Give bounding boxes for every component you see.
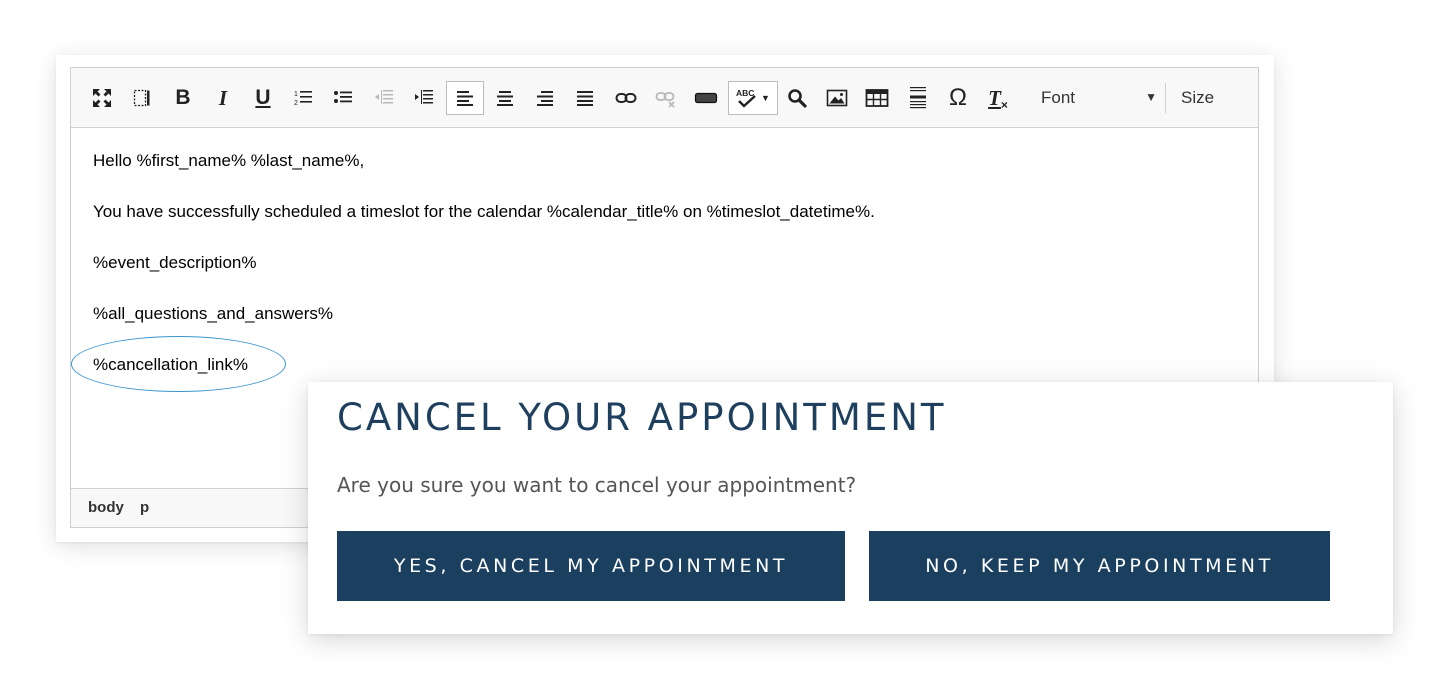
align-right-icon bbox=[537, 91, 553, 106]
bold-button[interactable]: B bbox=[164, 81, 202, 115]
align-right-button[interactable] bbox=[526, 81, 564, 115]
close-icon: × bbox=[1000, 97, 1008, 112]
align-left-button[interactable] bbox=[446, 81, 484, 115]
remove-format-letter: T bbox=[988, 85, 1001, 110]
element-path-p[interactable]: p bbox=[140, 499, 149, 516]
dialog-title: CANCEL YOUR APPOINTMENT bbox=[337, 396, 947, 439]
font-size-dropdown[interactable]: Size bbox=[1171, 81, 1251, 115]
table-button[interactable] bbox=[858, 81, 896, 115]
spellcheck-icon: ABC bbox=[736, 88, 756, 108]
toolbar-separator bbox=[1165, 83, 1166, 113]
remove-format-icon: T× bbox=[988, 85, 1008, 112]
font-dropdown-label: Font bbox=[1041, 88, 1076, 107]
bulleted-list-icon bbox=[334, 91, 352, 103]
table-icon bbox=[865, 89, 889, 107]
find-button[interactable] bbox=[778, 81, 816, 115]
maximize-icon bbox=[93, 89, 111, 107]
unlink-button[interactable] bbox=[647, 81, 685, 115]
show-blocks-button[interactable] bbox=[123, 81, 161, 115]
bulleted-list-button[interactable] bbox=[324, 81, 362, 115]
align-left-icon bbox=[457, 91, 473, 106]
maximize-button[interactable] bbox=[83, 81, 121, 115]
chevron-down-icon: ▼ bbox=[761, 93, 770, 103]
remove-format-button[interactable]: T× bbox=[979, 81, 1017, 115]
dialog-message: Are you sure you want to cancel your app… bbox=[337, 473, 857, 497]
content-line-schedule: You have successfully scheduled a timesl… bbox=[93, 202, 875, 221]
svg-text:1: 1 bbox=[294, 91, 298, 98]
increase-indent-button[interactable] bbox=[405, 81, 443, 115]
content-line-questions-answers: %all_questions_and_answers% bbox=[93, 304, 334, 323]
font-family-dropdown[interactable]: Font ▼ bbox=[1031, 81, 1165, 115]
spellcheck-button[interactable]: ABC ▼ bbox=[728, 81, 778, 115]
image-icon bbox=[826, 89, 848, 107]
link-button[interactable] bbox=[607, 81, 645, 115]
special-character-icon: Ω bbox=[949, 84, 967, 111]
no-keep-button[interactable]: NO, KEEP MY APPOINTMENT bbox=[869, 531, 1330, 601]
numbered-list-icon: 1 2 bbox=[294, 91, 312, 107]
content-line-event-description: %event_description% bbox=[93, 253, 257, 272]
svg-text:ABC: ABC bbox=[736, 88, 754, 98]
link-icon bbox=[615, 93, 637, 103]
horizontal-rule-icon bbox=[910, 87, 926, 109]
show-blocks-icon bbox=[133, 89, 150, 107]
svg-text:2: 2 bbox=[294, 100, 298, 107]
italic-button[interactable]: I bbox=[204, 81, 242, 115]
decrease-indent-button[interactable] bbox=[365, 81, 403, 115]
justify-icon bbox=[577, 91, 593, 106]
special-character-button[interactable]: Ω bbox=[939, 81, 977, 115]
element-path-body[interactable]: body bbox=[88, 499, 124, 516]
numbered-list-button[interactable]: 1 2 bbox=[284, 81, 322, 115]
yes-cancel-button[interactable]: YES, CANCEL MY APPOINTMENT bbox=[337, 531, 845, 601]
cancel-appointment-dialog: CANCEL YOUR APPOINTMENT Are you sure you… bbox=[308, 382, 1393, 634]
chevron-down-icon: ▼ bbox=[1145, 90, 1157, 104]
justify-button[interactable] bbox=[566, 81, 604, 115]
text-field-button[interactable] bbox=[687, 81, 725, 115]
underline-icon: U bbox=[255, 86, 271, 109]
text-field-icon bbox=[694, 92, 718, 104]
size-dropdown-label: Size bbox=[1181, 88, 1215, 107]
underline-button[interactable]: U bbox=[244, 81, 282, 115]
bold-icon: B bbox=[175, 86, 191, 109]
align-center-icon bbox=[497, 91, 513, 106]
editor-toolbar: B I U 1 2 ABC ▼ Ω T× Font ▼ Size bbox=[71, 68, 1258, 128]
unlink-icon bbox=[655, 92, 675, 108]
align-center-button[interactable] bbox=[486, 81, 524, 115]
image-button[interactable] bbox=[818, 81, 856, 115]
increase-indent-icon bbox=[415, 90, 433, 104]
decrease-indent-icon bbox=[375, 90, 393, 104]
horizontal-rule-button[interactable] bbox=[899, 81, 937, 115]
find-icon bbox=[788, 89, 807, 108]
content-line-cancellation-link: %cancellation_link% bbox=[93, 355, 248, 374]
italic-icon: I bbox=[218, 85, 228, 110]
content-line-greeting: Hello %first_name% %last_name%, bbox=[93, 151, 365, 170]
